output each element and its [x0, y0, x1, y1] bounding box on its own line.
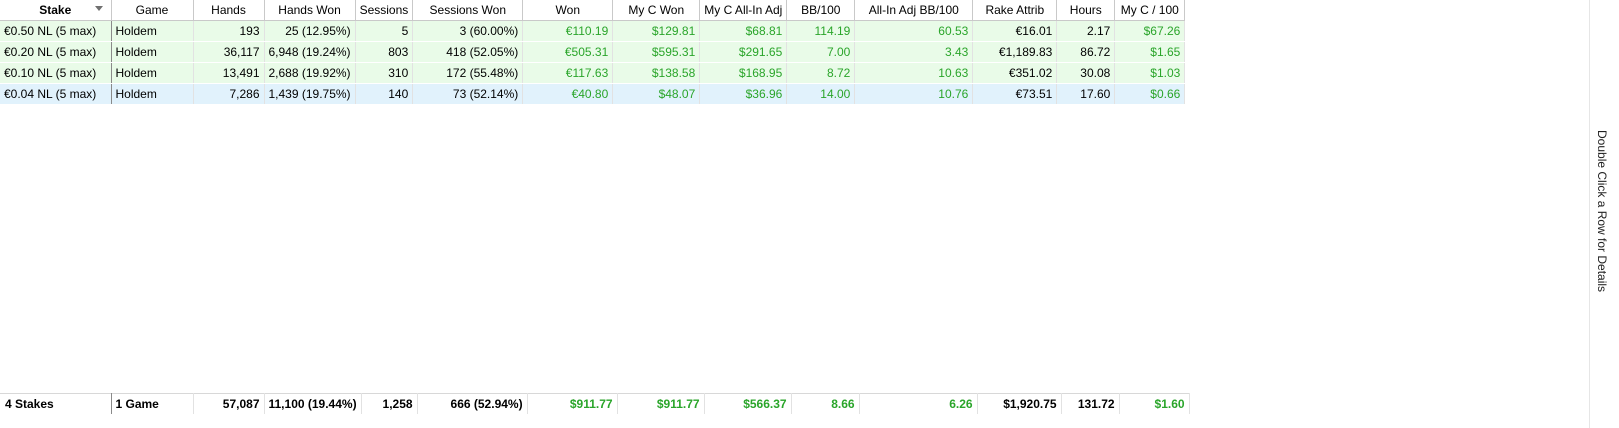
cell-bb100: 114.19 [786, 20, 856, 42]
cell-won: €110.19 [522, 20, 614, 42]
cell-won: €505.31 [522, 41, 614, 63]
col-header-bb100[interactable]: BB/100 [786, 0, 856, 21]
cell-stake: €0.50 NL (5 max) [0, 20, 112, 42]
stats-table: Stake Game Hands Hands Won Sessions Sess… [0, 0, 1186, 105]
col-header-stake[interactable]: Stake [0, 0, 112, 21]
panel-divider [1589, 0, 1590, 428]
total-my-c-100: $1.60 [1119, 393, 1190, 415]
col-header-sessions[interactable]: Sessions [355, 0, 414, 21]
cell-hours: 2.17 [1056, 20, 1116, 42]
total-hands: 57,087 [193, 393, 265, 415]
col-header-my-c-won[interactable]: My C Won [612, 0, 701, 21]
cell-allin-adj-bb100: 10.63 [854, 62, 974, 84]
cell-my-c-100: $1.65 [1114, 41, 1186, 63]
cell-stake: €0.20 NL (5 max) [0, 41, 112, 63]
total-hours: 131.72 [1061, 393, 1120, 415]
total-rake-attrib: $1,920.75 [977, 393, 1062, 415]
cell-allin-adj-bb100: 3.43 [854, 41, 974, 63]
cell-sessions-won: 3 (60.00%) [412, 20, 524, 42]
cell-my-c-allin-adj: $291.65 [699, 41, 788, 63]
col-header-my-c-100[interactable]: My C / 100 [1114, 0, 1186, 21]
cell-hands: 13,491 [193, 62, 265, 84]
total-hands-won: 11,100 (19.44%) [264, 393, 362, 415]
total-sessions: 1,258 [361, 393, 418, 415]
col-header-won[interactable]: Won [522, 0, 614, 21]
cell-my-c-allin-adj: $68.81 [699, 20, 788, 42]
cell-my-c-100: $0.66 [1114, 83, 1186, 105]
col-header-rake-attrib[interactable]: Rake Attrib [972, 0, 1058, 21]
cell-sessions-won: 172 (55.48%) [412, 62, 524, 84]
cell-my-c-allin-adj: $36.96 [699, 83, 788, 105]
cell-hands: 36,117 [193, 41, 265, 63]
cell-rake-attrib: €73.51 [972, 83, 1058, 105]
cell-game: Holdem [111, 20, 194, 42]
table-row[interactable]: €0.50 NL (5 max) Holdem 193 25 (12.95%) … [0, 20, 1186, 42]
details-hint-label: Double Click a Row for Details [1595, 130, 1609, 293]
col-header-sessions-won[interactable]: Sessions Won [412, 0, 524, 21]
total-my-c-allin-adj: $566.37 [704, 393, 792, 415]
cell-game: Holdem [111, 41, 194, 63]
cell-allin-adj-bb100: 60.53 [854, 20, 974, 42]
cell-hours: 17.60 [1056, 83, 1116, 105]
table-row[interactable]: €0.04 NL (5 max) Holdem 7,286 1,439 (19.… [0, 83, 1186, 105]
total-stake: 4 Stakes [0, 393, 112, 415]
cell-won: €40.80 [522, 83, 614, 105]
cell-stake: €0.04 NL (5 max) [0, 83, 112, 105]
cell-allin-adj-bb100: 10.76 [854, 83, 974, 105]
cell-my-c-won: $595.31 [612, 41, 701, 63]
col-header-game[interactable]: Game [111, 0, 194, 21]
stats-grid: Stake Game Hands Hands Won Sessions Sess… [0, 0, 1590, 428]
total-my-c-won: $911.77 [617, 393, 705, 415]
col-header-hands-won[interactable]: Hands Won [264, 0, 356, 21]
total-game: 1 Game [111, 393, 194, 415]
cell-hands: 7,286 [193, 83, 265, 105]
total-bb100: 8.66 [791, 393, 860, 415]
cell-sessions: 310 [355, 62, 414, 84]
cell-sessions: 803 [355, 41, 414, 63]
cell-hands: 193 [193, 20, 265, 42]
cell-my-c-won: $48.07 [612, 83, 701, 105]
cell-hands-won: 1,439 (19.75%) [264, 83, 356, 105]
cell-my-c-100: $67.26 [1114, 20, 1186, 42]
cell-my-c-won: $129.81 [612, 20, 701, 42]
cell-game: Holdem [111, 62, 194, 84]
cell-sessions-won: 73 (52.14%) [412, 83, 524, 105]
cell-my-c-allin-adj: $168.95 [699, 62, 788, 84]
totals-row: 4 Stakes 1 Game 57,087 11,100 (19.44%) 1… [0, 393, 1190, 415]
cell-bb100: 14.00 [786, 83, 856, 105]
cell-game: Holdem [111, 83, 194, 105]
cell-won: €117.63 [522, 62, 614, 84]
total-sessions-won: 666 (52.94%) [417, 393, 528, 415]
cell-hands-won: 2,688 (19.92%) [264, 62, 356, 84]
stats-window: Stake Game Hands Hands Won Sessions Sess… [0, 0, 1619, 428]
cell-stake: €0.10 NL (5 max) [0, 62, 112, 84]
col-header-hours[interactable]: Hours [1056, 0, 1116, 21]
cell-my-c-100: $1.03 [1114, 62, 1186, 84]
chevron-down-icon[interactable] [94, 6, 103, 11]
cell-bb100: 7.00 [786, 41, 856, 63]
cell-hours: 86.72 [1056, 41, 1116, 63]
cell-hands-won: 25 (12.95%) [264, 20, 356, 42]
cell-hours: 30.08 [1056, 62, 1116, 84]
cell-rake-attrib: €16.01 [972, 20, 1058, 42]
table-row[interactable]: €0.20 NL (5 max) Holdem 36,117 6,948 (19… [0, 41, 1186, 63]
header-row: Stake Game Hands Hands Won Sessions Sess… [0, 0, 1186, 21]
table-row[interactable]: €0.10 NL (5 max) Holdem 13,491 2,688 (19… [0, 62, 1186, 84]
col-header-hands[interactable]: Hands [193, 0, 265, 21]
total-allin-adj-bb100: 6.26 [859, 393, 978, 415]
cell-rake-attrib: €1,189.83 [972, 41, 1058, 63]
cell-my-c-won: $138.58 [612, 62, 701, 84]
cell-rake-attrib: €351.02 [972, 62, 1058, 84]
cell-sessions: 5 [355, 20, 414, 42]
cell-sessions-won: 418 (52.05%) [412, 41, 524, 63]
cell-hands-won: 6,948 (19.24%) [264, 41, 356, 63]
col-header-my-c-allin-adj[interactable]: My C All-In Adj [699, 0, 788, 21]
cell-sessions: 140 [355, 83, 414, 105]
total-won: $911.77 [527, 393, 618, 415]
col-header-allin-adj-bb100[interactable]: All-In Adj BB/100 [854, 0, 974, 21]
cell-bb100: 8.72 [786, 62, 856, 84]
